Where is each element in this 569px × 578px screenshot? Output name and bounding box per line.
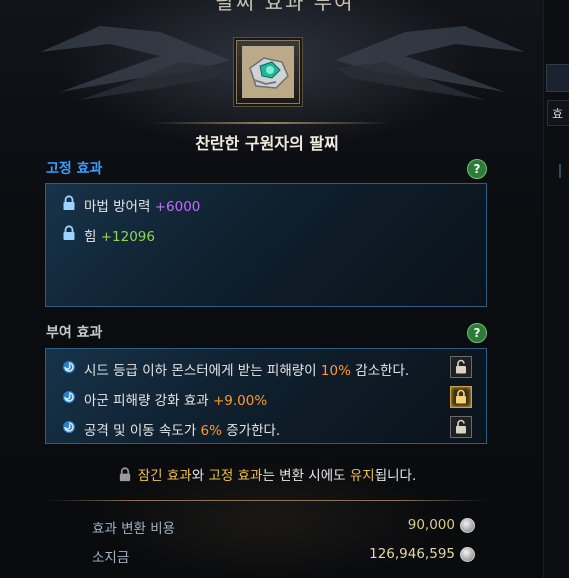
notice-text: 는 변환 시에도 bbox=[262, 468, 350, 484]
lock-toggle-button[interactable] bbox=[450, 416, 472, 438]
given-effect-highlight: 6% bbox=[200, 423, 222, 439]
swirl-icon bbox=[63, 361, 75, 373]
swirl-icon bbox=[63, 391, 75, 403]
silver-coin-icon bbox=[460, 547, 475, 562]
fixed-effect-value: +12096 bbox=[100, 229, 155, 245]
lock-notice: 잠긴 효과와 고정 효과는 변환 시에도 유지됩니다. bbox=[0, 464, 534, 484]
given-effect-highlight: 10% bbox=[320, 363, 351, 379]
side-tab-label: 효 bbox=[552, 107, 564, 121]
item-name: 찬란한 구원자의 팔찌 bbox=[195, 134, 339, 153]
given-effect-text: 아군 피해량 강화 효과 bbox=[84, 393, 213, 409]
given-effects-panel: 시드 등급 이하 몬스터에게 받는 피해량이 10% 감소한다. 아군 피해량 … bbox=[45, 348, 487, 444]
cost-divider bbox=[46, 500, 488, 501]
side-divider bbox=[559, 164, 561, 178]
notice-fixed-effect: 고정 효과 bbox=[208, 468, 263, 484]
lock-toggle-button-active[interactable] bbox=[450, 386, 472, 408]
lock-icon bbox=[63, 225, 75, 240]
ornament-right-icon bbox=[335, 26, 525, 100]
bracelet-icon bbox=[242, 46, 294, 98]
lock-icon bbox=[63, 195, 75, 210]
fixed-effect-label: 마법 방어력 bbox=[84, 199, 151, 215]
fixed-effects-heading: 고정 효과 bbox=[46, 161, 103, 177]
lock-icon bbox=[456, 389, 466, 404]
fixed-effects-panel: 마법 방어력 +6000 힘 +12096 bbox=[45, 183, 487, 307]
fixed-effect-label: 힘 bbox=[84, 229, 97, 245]
help-icon[interactable]: ? bbox=[467, 323, 487, 343]
owned-money-value: 126,946,595 bbox=[369, 546, 455, 562]
notice-text: 됩니다. bbox=[374, 468, 417, 484]
given-effect-text-end: 감소한다. bbox=[350, 363, 410, 379]
unlock-icon bbox=[456, 419, 466, 434]
swirl-icon bbox=[63, 421, 75, 433]
owned-money-label: 소지금 bbox=[92, 550, 130, 566]
side-tab-a[interactable] bbox=[546, 64, 569, 92]
lock-toggle-button[interactable] bbox=[450, 356, 472, 378]
given-effect-text-end: 증가한다. bbox=[221, 423, 281, 439]
side-tab-b[interactable]: 효 bbox=[547, 100, 569, 126]
conversion-cost-label: 효과 변환 비용 bbox=[92, 521, 176, 537]
ornament-left-icon bbox=[40, 26, 230, 100]
item-slot[interactable] bbox=[236, 40, 300, 104]
help-icon[interactable]: ? bbox=[467, 159, 487, 179]
notice-lock-icon bbox=[119, 467, 130, 482]
conversion-cost-value: 90,000 bbox=[407, 517, 455, 533]
window-title: 팔찌 효과 부여 bbox=[215, 0, 355, 14]
unlock-icon bbox=[456, 359, 466, 374]
title-divider bbox=[150, 122, 390, 124]
given-effect-text: 시드 등급 이하 몬스터에게 받는 피해량이 bbox=[84, 363, 321, 379]
fixed-effect-value: +6000 bbox=[154, 199, 201, 215]
notice-text: 와 bbox=[191, 468, 209, 484]
given-effect-text: 공격 및 이동 속도가 bbox=[84, 423, 201, 439]
given-effect-highlight: +9.00% bbox=[212, 393, 268, 409]
silver-coin-icon bbox=[460, 518, 475, 533]
given-effects-heading: 부여 효과 bbox=[46, 325, 103, 341]
notice-locked-effect: 잠긴 효과 bbox=[137, 468, 192, 484]
notice-keep: 유지 bbox=[349, 468, 375, 484]
